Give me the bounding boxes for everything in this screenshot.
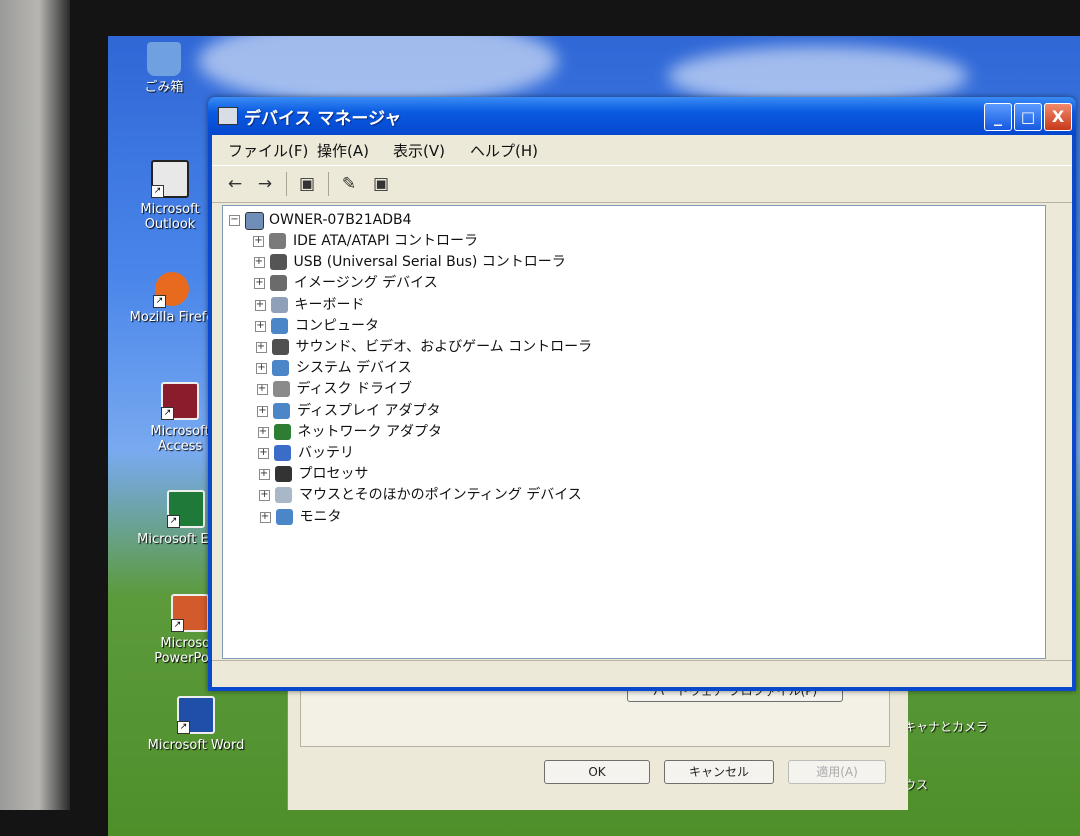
tree-item-label: プロセッサ	[298, 466, 369, 483]
properties-icon[interactable]: ✎	[338, 174, 360, 194]
network-adapter-icon	[273, 423, 291, 440]
help-panel-icon[interactable]: ▣	[370, 174, 392, 194]
tree-item-label: システム デバイス	[296, 360, 412, 377]
powerpoint-icon: ↗	[171, 594, 209, 632]
tree-item-label: マウスとそのほかのポインティング デバイス	[299, 487, 582, 504]
title-bar[interactable]: デバイス マネージャ _ □ X	[208, 97, 1076, 135]
desktop-icon-label: Microsoft Word	[147, 738, 245, 753]
imaging-device-icon	[270, 275, 287, 292]
tree-item-label: ディスク ドライブ	[296, 381, 412, 398]
maximize-button[interactable]: □	[1014, 103, 1042, 131]
word-icon: ↗	[177, 696, 215, 734]
expand-icon[interactable]: +	[253, 257, 265, 269]
ok-button[interactable]: OK	[544, 760, 650, 784]
window-title: デバイス マネージャ	[244, 109, 402, 129]
desktop-icon-word[interactable]: ↗ Microsoft Word	[146, 696, 246, 753]
processor-icon	[274, 466, 292, 483]
background-window-text: キャナとカメラ	[904, 720, 989, 734]
keyboard-icon	[270, 296, 288, 313]
collapse-icon[interactable]: −	[229, 215, 240, 226]
computer-icon	[271, 317, 288, 334]
system-device-icon	[272, 360, 289, 377]
access-icon: ↗	[161, 382, 199, 420]
tree-item-label: ディスプレイ アダプタ	[297, 402, 441, 419]
usb-icon	[269, 254, 287, 271]
device-manager-icon	[218, 107, 238, 125]
desktop-icon-label: Mozilla Firefo	[129, 310, 215, 325]
desktop-icon-recycle-bin[interactable]: ごみ箱	[114, 42, 214, 95]
excel-icon: ↗	[167, 490, 205, 528]
menu-view[interactable]: 表示(V)	[393, 140, 445, 161]
expand-icon[interactable]: +	[256, 363, 267, 375]
desktop-icon-label: Microsoft Access	[150, 424, 210, 454]
expand-icon[interactable]: +	[255, 320, 266, 332]
disk-drive-icon	[272, 381, 290, 398]
minimize-button[interactable]: _	[984, 103, 1012, 131]
status-bar	[212, 660, 1072, 687]
menu-action[interactable]: 操作(A)	[317, 140, 369, 161]
desktop-icon-label: ごみ箱	[144, 80, 184, 95]
tree-item-label: バッテリ	[298, 445, 354, 461]
tree-root-label: OWNER-07B21ADB4	[269, 212, 412, 228]
show-hide-console-tree-icon[interactable]: ▣	[296, 174, 318, 194]
battery-icon	[274, 445, 291, 461]
tree-item-label: IDE ATA/ATAPI コントローラ	[293, 233, 479, 249]
expand-icon[interactable]: +	[258, 448, 269, 459]
menu-file[interactable]: ファイル(F)	[228, 140, 308, 161]
desktop-icon-label: Microsoft Outlook	[140, 202, 200, 232]
expand-icon[interactable]: +	[256, 384, 268, 396]
toolbar: ← → ▣ ✎ ▣	[212, 165, 1072, 203]
tree-item-label: サウンド、ビデオ、およびゲーム コントローラ	[295, 339, 593, 355]
sound-icon	[271, 339, 289, 355]
menu-bar: ファイル(F) 操作(A) 表示(V) ヘルプ(H)	[212, 135, 1072, 163]
background-dialog: ハードウェア プロファイル(P) OK キャンセル 適用(A)	[287, 680, 908, 810]
expand-icon[interactable]: +	[257, 426, 269, 438]
expand-icon[interactable]: +	[258, 469, 270, 481]
expand-icon[interactable]: +	[259, 490, 270, 502]
forward-arrow-icon[interactable]: →	[254, 174, 276, 194]
monitor-bezel	[0, 0, 70, 810]
expand-icon[interactable]: +	[253, 236, 264, 247]
outlook-icon: ↗	[151, 160, 189, 198]
tree-item-label: モニタ	[299, 508, 342, 525]
expand-icon[interactable]: +	[257, 405, 268, 417]
toolbar-separator	[286, 172, 287, 196]
tree-item-label: キーボード	[294, 296, 365, 313]
apply-button[interactable]: 適用(A)	[788, 760, 886, 784]
expand-icon[interactable]: +	[255, 342, 267, 353]
desktop-icon-firefox[interactable]: ↗ Mozilla Firefo	[122, 272, 222, 325]
expand-icon[interactable]: +	[254, 299, 266, 311]
tree-item-label: USB (Universal Serial Bus) コントローラ	[293, 254, 566, 271]
ide-controller-icon	[269, 233, 286, 249]
cancel-button[interactable]: キャンセル	[664, 760, 774, 784]
window-client-area: ファイル(F) 操作(A) 表示(V) ヘルプ(H) ← → ▣ ✎ ▣ − O…	[212, 135, 1072, 687]
device-tree: − OWNER-07B21ADB4 + IDE ATA/ATAPI コントローラ +…	[222, 205, 1046, 659]
tree-item-label: ネットワーク アダプタ	[297, 423, 442, 440]
display-adapter-icon	[273, 402, 290, 419]
tree-item-label: イメージング デバイス	[294, 275, 438, 292]
recycle-bin-icon	[147, 42, 181, 76]
close-button[interactable]: X	[1044, 103, 1072, 131]
firefox-icon: ↗	[153, 272, 189, 308]
monitor-icon	[275, 508, 293, 525]
toolbar-separator	[328, 172, 329, 196]
mouse-icon	[275, 487, 292, 504]
cloud	[198, 36, 558, 106]
tree-item-label: コンピュータ	[295, 317, 379, 334]
back-arrow-icon[interactable]: ←	[224, 174, 246, 194]
desktop-icon-outlook[interactable]: ↗ Microsoft Outlook	[120, 160, 220, 232]
computer-icon	[245, 212, 264, 230]
menu-help[interactable]: ヘルプ(H)	[470, 140, 538, 161]
device-manager-window: デバイス マネージャ _ □ X ファイル(F) 操作(A) 表示(V) ヘルプ…	[208, 97, 1076, 691]
expand-icon[interactable]: +	[254, 278, 265, 290]
expand-icon[interactable]: +	[259, 511, 271, 523]
